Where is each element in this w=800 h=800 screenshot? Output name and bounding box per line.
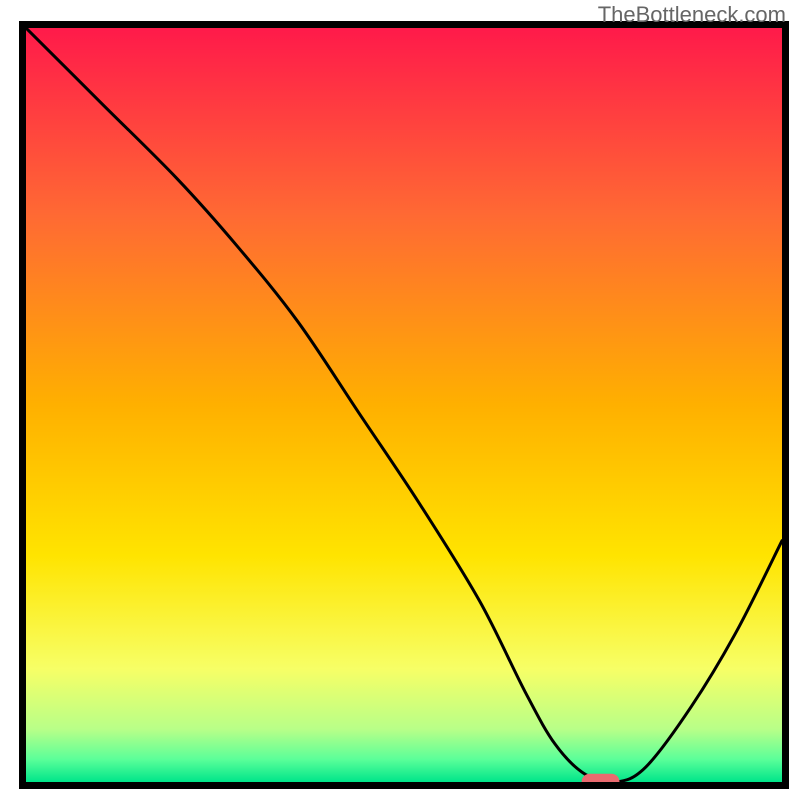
chart-container: TheBottleneck.com: [0, 0, 800, 800]
watermark-text: TheBottleneck.com: [598, 2, 786, 28]
bottleneck-chart: [0, 0, 800, 800]
